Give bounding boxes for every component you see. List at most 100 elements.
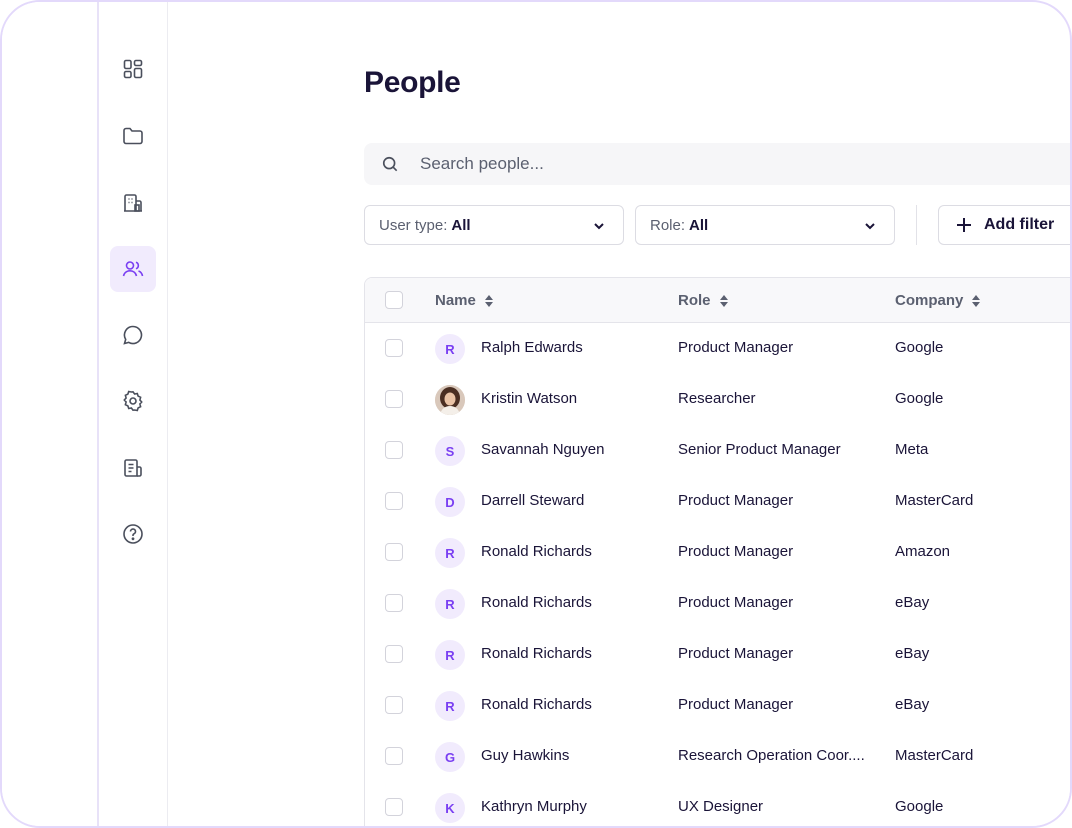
- sidebar-item-companies[interactable]: [110, 180, 156, 226]
- column-header-role[interactable]: Role: [678, 292, 729, 309]
- sidebar-item-folders[interactable]: [110, 113, 156, 159]
- avatar: R: [435, 334, 465, 364]
- row-checkbox[interactable]: [385, 645, 403, 663]
- table-row[interactable]: S Savannah Nguyen Senior Product Manager Me…: [365, 425, 1070, 477]
- row-checkbox[interactable]: [385, 492, 403, 510]
- sidebar-item-settings[interactable]: [110, 378, 156, 424]
- avatar: K: [435, 793, 465, 823]
- row-checkbox[interactable]: [385, 594, 403, 612]
- cell-role: Product Manager: [678, 543, 794, 560]
- cell-company: Google: [895, 339, 944, 356]
- user-type-label: User type:: [379, 216, 448, 234]
- chat-icon: [123, 325, 143, 345]
- role-dropdown[interactable]: Role: All: [635, 205, 895, 245]
- cell-company: eBay: [895, 594, 930, 611]
- search-bar[interactable]: [364, 143, 1070, 185]
- table-row[interactable]: R Ronald Richards Product Manager eBay: [365, 629, 1070, 681]
- sort-icon: [972, 294, 981, 307]
- avatar: D: [435, 487, 465, 517]
- table-row[interactable]: R Ralph Edwards Product Manager Google: [365, 323, 1070, 375]
- chevron-down-icon: [865, 223, 875, 230]
- cell-name: Ralph Edwards: [481, 339, 583, 356]
- row-checkbox[interactable]: [385, 747, 403, 765]
- help-icon: [123, 524, 143, 544]
- role-filter-value: All: [689, 216, 709, 234]
- cell-company: MasterCard: [895, 492, 974, 509]
- table-row[interactable]: D Darrell Steward Product Manager MasterCar…: [365, 476, 1070, 528]
- cell-name: Darrell Steward: [481, 492, 585, 509]
- plus-icon: [957, 218, 971, 232]
- avatar: [435, 385, 465, 415]
- select-all-checkbox[interactable]: [385, 291, 403, 309]
- column-header-name[interactable]: Name: [435, 292, 494, 309]
- app-window: People User type: All Role: All Add filt…: [0, 0, 1072, 828]
- cell-role: UX Designer: [678, 798, 764, 815]
- row-checkbox[interactable]: [385, 339, 403, 357]
- user-type-value: All: [451, 216, 471, 234]
- column-company-label: Company: [895, 292, 964, 309]
- table-row[interactable]: R Ronald Richards Product Manager eBay: [365, 578, 1070, 630]
- row-checkbox[interactable]: [385, 696, 403, 714]
- row-checkbox[interactable]: [385, 441, 403, 459]
- sidebar-item-help[interactable]: [110, 511, 156, 557]
- cell-company: eBay: [895, 696, 930, 713]
- chevron-down-icon: [594, 223, 604, 230]
- people-table: Name Role Company R Ralph Edwards Product …: [364, 277, 1070, 826]
- sidebar-item-documents[interactable]: [110, 445, 156, 491]
- avatar: R: [435, 538, 465, 568]
- cell-name: Ronald Richards: [481, 543, 592, 560]
- people-icon: [122, 261, 144, 277]
- add-filter-label: Add filter: [984, 216, 1055, 233]
- column-header-company[interactable]: Company: [895, 292, 981, 309]
- cell-role: Product Manager: [678, 594, 794, 611]
- avatar: G: [435, 742, 465, 772]
- left-gutter: [2, 2, 99, 826]
- icon-sidebar: [99, 2, 168, 826]
- table-row[interactable]: K Kathryn Murphy UX Designer Google: [365, 782, 1070, 826]
- sidebar-item-people[interactable]: [110, 246, 156, 292]
- table-header: Name Role Company: [365, 278, 1070, 323]
- gear-icon: [123, 390, 143, 412]
- search-icon: [382, 156, 398, 172]
- avatar: R: [435, 640, 465, 670]
- page-title: People: [364, 66, 461, 99]
- cell-company: Google: [895, 798, 944, 815]
- cell-name: Ronald Richards: [481, 696, 592, 713]
- table-row[interactable]: R Ronald Richards Product Manager Amazon: [365, 527, 1070, 579]
- row-checkbox[interactable]: [385, 390, 403, 408]
- column-role-label: Role: [678, 292, 711, 309]
- add-filter-button[interactable]: Add filter: [938, 205, 1070, 245]
- cell-role: Product Manager: [678, 645, 794, 662]
- document-icon: [124, 459, 142, 477]
- folder-icon: [123, 127, 143, 145]
- cell-role: Product Manager: [678, 696, 794, 713]
- avatar: R: [435, 589, 465, 619]
- cell-name: Kristin Watson: [481, 390, 578, 407]
- sort-icon: [719, 294, 728, 307]
- search-input[interactable]: [418, 153, 1022, 175]
- cell-role: Product Manager: [678, 492, 794, 509]
- building-icon: [124, 194, 142, 212]
- avatar: R: [435, 691, 465, 721]
- row-checkbox[interactable]: [385, 543, 403, 561]
- cell-company: Google: [895, 390, 944, 407]
- role-filter-label: Role:: [650, 216, 686, 234]
- sidebar-item-dashboard[interactable]: [110, 46, 156, 92]
- table-row[interactable]: Kristin Watson Researcher Google: [365, 374, 1070, 426]
- cell-name: Ronald Richards: [481, 594, 592, 611]
- cell-role: Product Manager: [678, 339, 794, 356]
- cell-role: Research Operation Coor....: [678, 747, 865, 764]
- cell-role: Researcher: [678, 390, 756, 407]
- table-row[interactable]: G Guy Hawkins Research Operation Coor.... M…: [365, 731, 1070, 783]
- row-checkbox[interactable]: [385, 798, 403, 816]
- sort-icon: [484, 294, 493, 307]
- sidebar-item-messages[interactable]: [110, 312, 156, 358]
- user-type-dropdown[interactable]: User type: All: [364, 205, 624, 245]
- avatar: S: [435, 436, 465, 466]
- cell-company: Meta: [895, 441, 929, 458]
- table-row[interactable]: R Ronald Richards Product Manager eBay: [365, 680, 1070, 732]
- cell-name: Ronald Richards: [481, 645, 592, 662]
- column-name-label: Name: [435, 292, 476, 309]
- cell-role: Senior Product Manager: [678, 441, 841, 458]
- cell-name: Savannah Nguyen: [481, 441, 605, 458]
